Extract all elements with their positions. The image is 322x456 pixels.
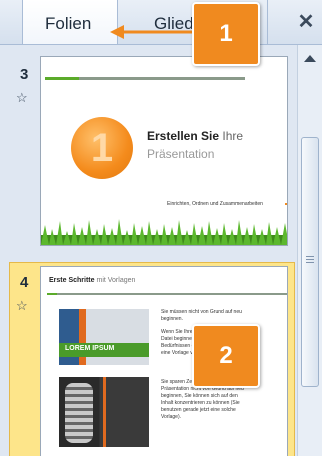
template-preview-image: LOREM IPSUM xyxy=(59,309,149,365)
tab-slides[interactable]: Folien xyxy=(22,0,118,44)
grip-line xyxy=(306,256,314,257)
tab-slides-label: Folien xyxy=(45,14,92,33)
slide-transition-star-icon: ☆ xyxy=(16,298,28,313)
callout-badge-2: 2 xyxy=(192,324,260,388)
slide-number-badge: 1 xyxy=(71,117,133,179)
slide-footer-text: Einrichten, Ordnen und Zusammenarbeiten xyxy=(167,201,263,207)
chain-photo-image xyxy=(59,377,149,447)
slide-title: Erstellen Sie Ihre xyxy=(147,129,244,143)
slide-accent-rule xyxy=(45,77,79,80)
slide-title: Erste Schritte mit Vorlagen xyxy=(49,277,136,284)
slide-number-3: 3 xyxy=(20,66,29,83)
slide-transition-star-icon: ☆ xyxy=(16,90,28,105)
image-caption: LOREM IPSUM xyxy=(65,345,115,352)
callout-badge-1: 1 xyxy=(192,2,260,66)
image-accent-stripe xyxy=(103,377,106,447)
slide-body-text: Sie müssen nicht von Grund auf neu begin… xyxy=(161,309,242,322)
vertical-scrollbar[interactable] xyxy=(297,45,322,456)
scroll-up-icon[interactable] xyxy=(304,55,316,62)
slide-thumbnail-3[interactable]: 1 Erstellen Sie Ihre Präsentation Einric… xyxy=(40,56,288,246)
slide-number-4: 4 xyxy=(20,274,29,291)
close-pane-icon[interactable]: ✕ xyxy=(296,12,316,32)
slide-subtitle: Präsentation xyxy=(147,147,215,161)
slide-accent-rule xyxy=(47,293,57,295)
scrollbar-thumb[interactable] xyxy=(301,137,319,387)
grip-line xyxy=(306,259,314,260)
slide-title-rule xyxy=(47,293,287,295)
chain-graphic xyxy=(65,383,93,443)
slide-footer-accent xyxy=(285,203,287,205)
grip-line xyxy=(306,262,314,263)
grass-graphic xyxy=(41,219,287,245)
callout-arrow-icon xyxy=(110,25,194,39)
